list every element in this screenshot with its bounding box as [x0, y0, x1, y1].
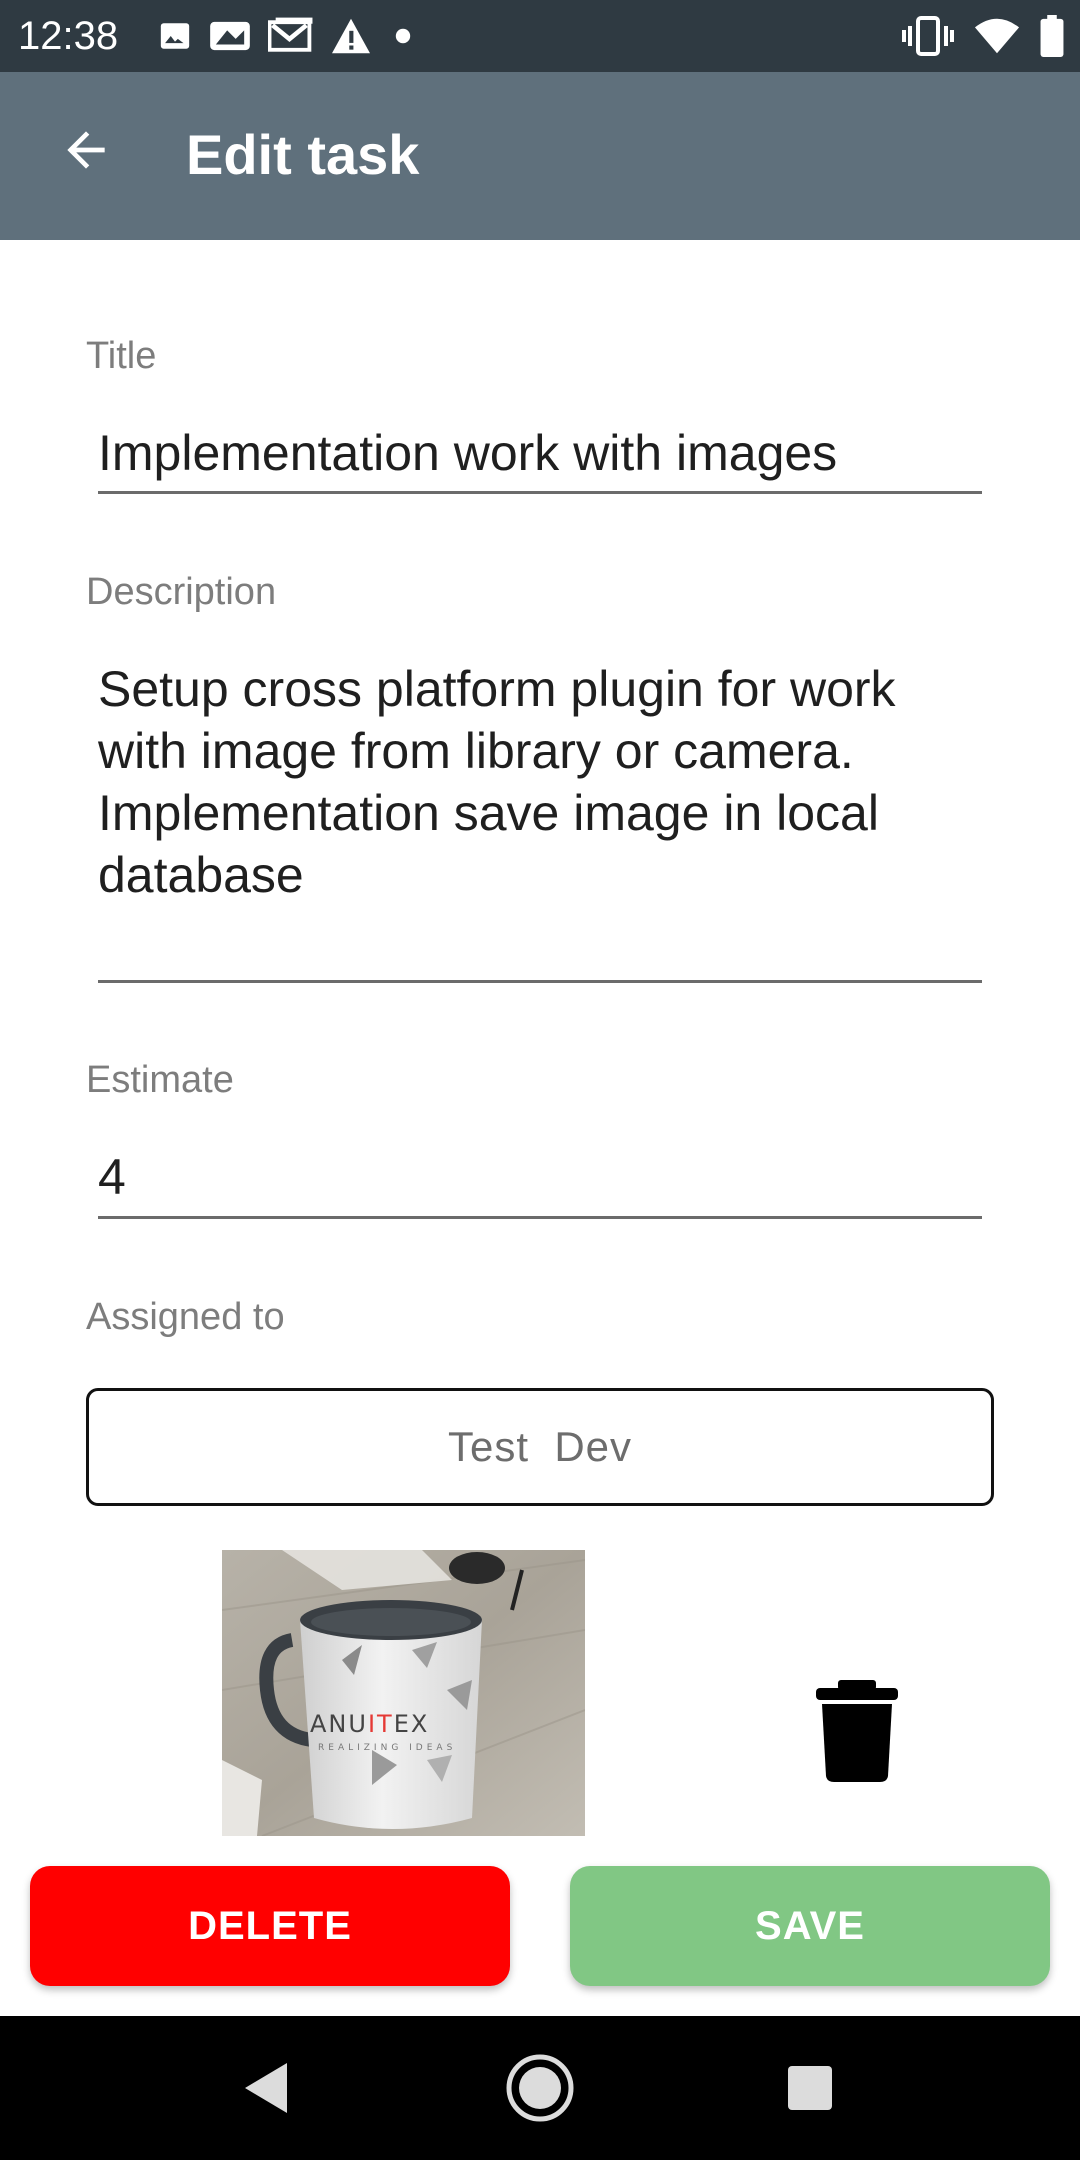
- arrow-back-icon: [67, 131, 105, 169]
- image-icon: [160, 23, 190, 49]
- attached-photo[interactable]: ANUITEX REALIZING IDEAS: [222, 1550, 585, 1836]
- system-nav-bar: [0, 2016, 1080, 2160]
- wifi-icon: [974, 18, 1020, 54]
- svg-text:REALIZING IDEAS: REALIZING IDEAS: [318, 1743, 456, 1753]
- app-bar: Edit task: [0, 72, 1080, 240]
- page-title: Edit task: [186, 123, 420, 186]
- nav-back-icon: [245, 2063, 287, 2113]
- description-label: Description: [86, 571, 277, 613]
- photo-sim-icon: [210, 21, 250, 51]
- delete-task-button[interactable]: DELETE: [30, 1866, 510, 1986]
- assignee-picker[interactable]: Test Dev: [86, 1388, 994, 1506]
- title-field-underline: [98, 491, 982, 494]
- mug-photo: ANUITEX REALIZING IDEAS: [222, 1550, 585, 1836]
- back-button[interactable]: [42, 106, 130, 194]
- description-field[interactable]: Setup cross platform plugin for work wit…: [98, 658, 982, 918]
- assignee-value: Test Dev: [447, 1423, 633, 1470]
- nav-back-button[interactable]: [222, 2044, 310, 2132]
- status-bar: 12:38: [0, 0, 1080, 72]
- status-notifications: [158, 14, 418, 58]
- battery-icon: [1040, 15, 1064, 57]
- nav-recents-button[interactable]: [766, 2044, 854, 2132]
- estimate-field-underline: [98, 1216, 982, 1219]
- gmail-icon: [268, 17, 313, 52]
- delete-image-button[interactable]: [810, 1676, 904, 1784]
- title-label: Title: [86, 335, 157, 377]
- nav-home-icon: [506, 2054, 574, 2122]
- nav-recents-icon: [788, 2066, 832, 2110]
- title-field[interactable]: Implementation work with images: [98, 422, 982, 484]
- vibrate-icon: [902, 16, 954, 56]
- assigned-label: Assigned to: [86, 1296, 285, 1338]
- estimate-label: Estimate: [86, 1059, 234, 1101]
- nav-home-button[interactable]: [496, 2044, 584, 2132]
- description-field-underline: [98, 980, 982, 983]
- dot-icon: [395, 28, 411, 44]
- warning-icon: [332, 18, 370, 54]
- save-task-button[interactable]: SAVE: [570, 1866, 1050, 1986]
- status-system-icons: [902, 12, 1064, 60]
- trash-icon: [816, 1680, 898, 1782]
- estimate-field[interactable]: 4: [98, 1146, 982, 1208]
- svg-text:ANUITEX: ANUITEX: [310, 1710, 429, 1738]
- status-time: 12:38: [18, 14, 119, 58]
